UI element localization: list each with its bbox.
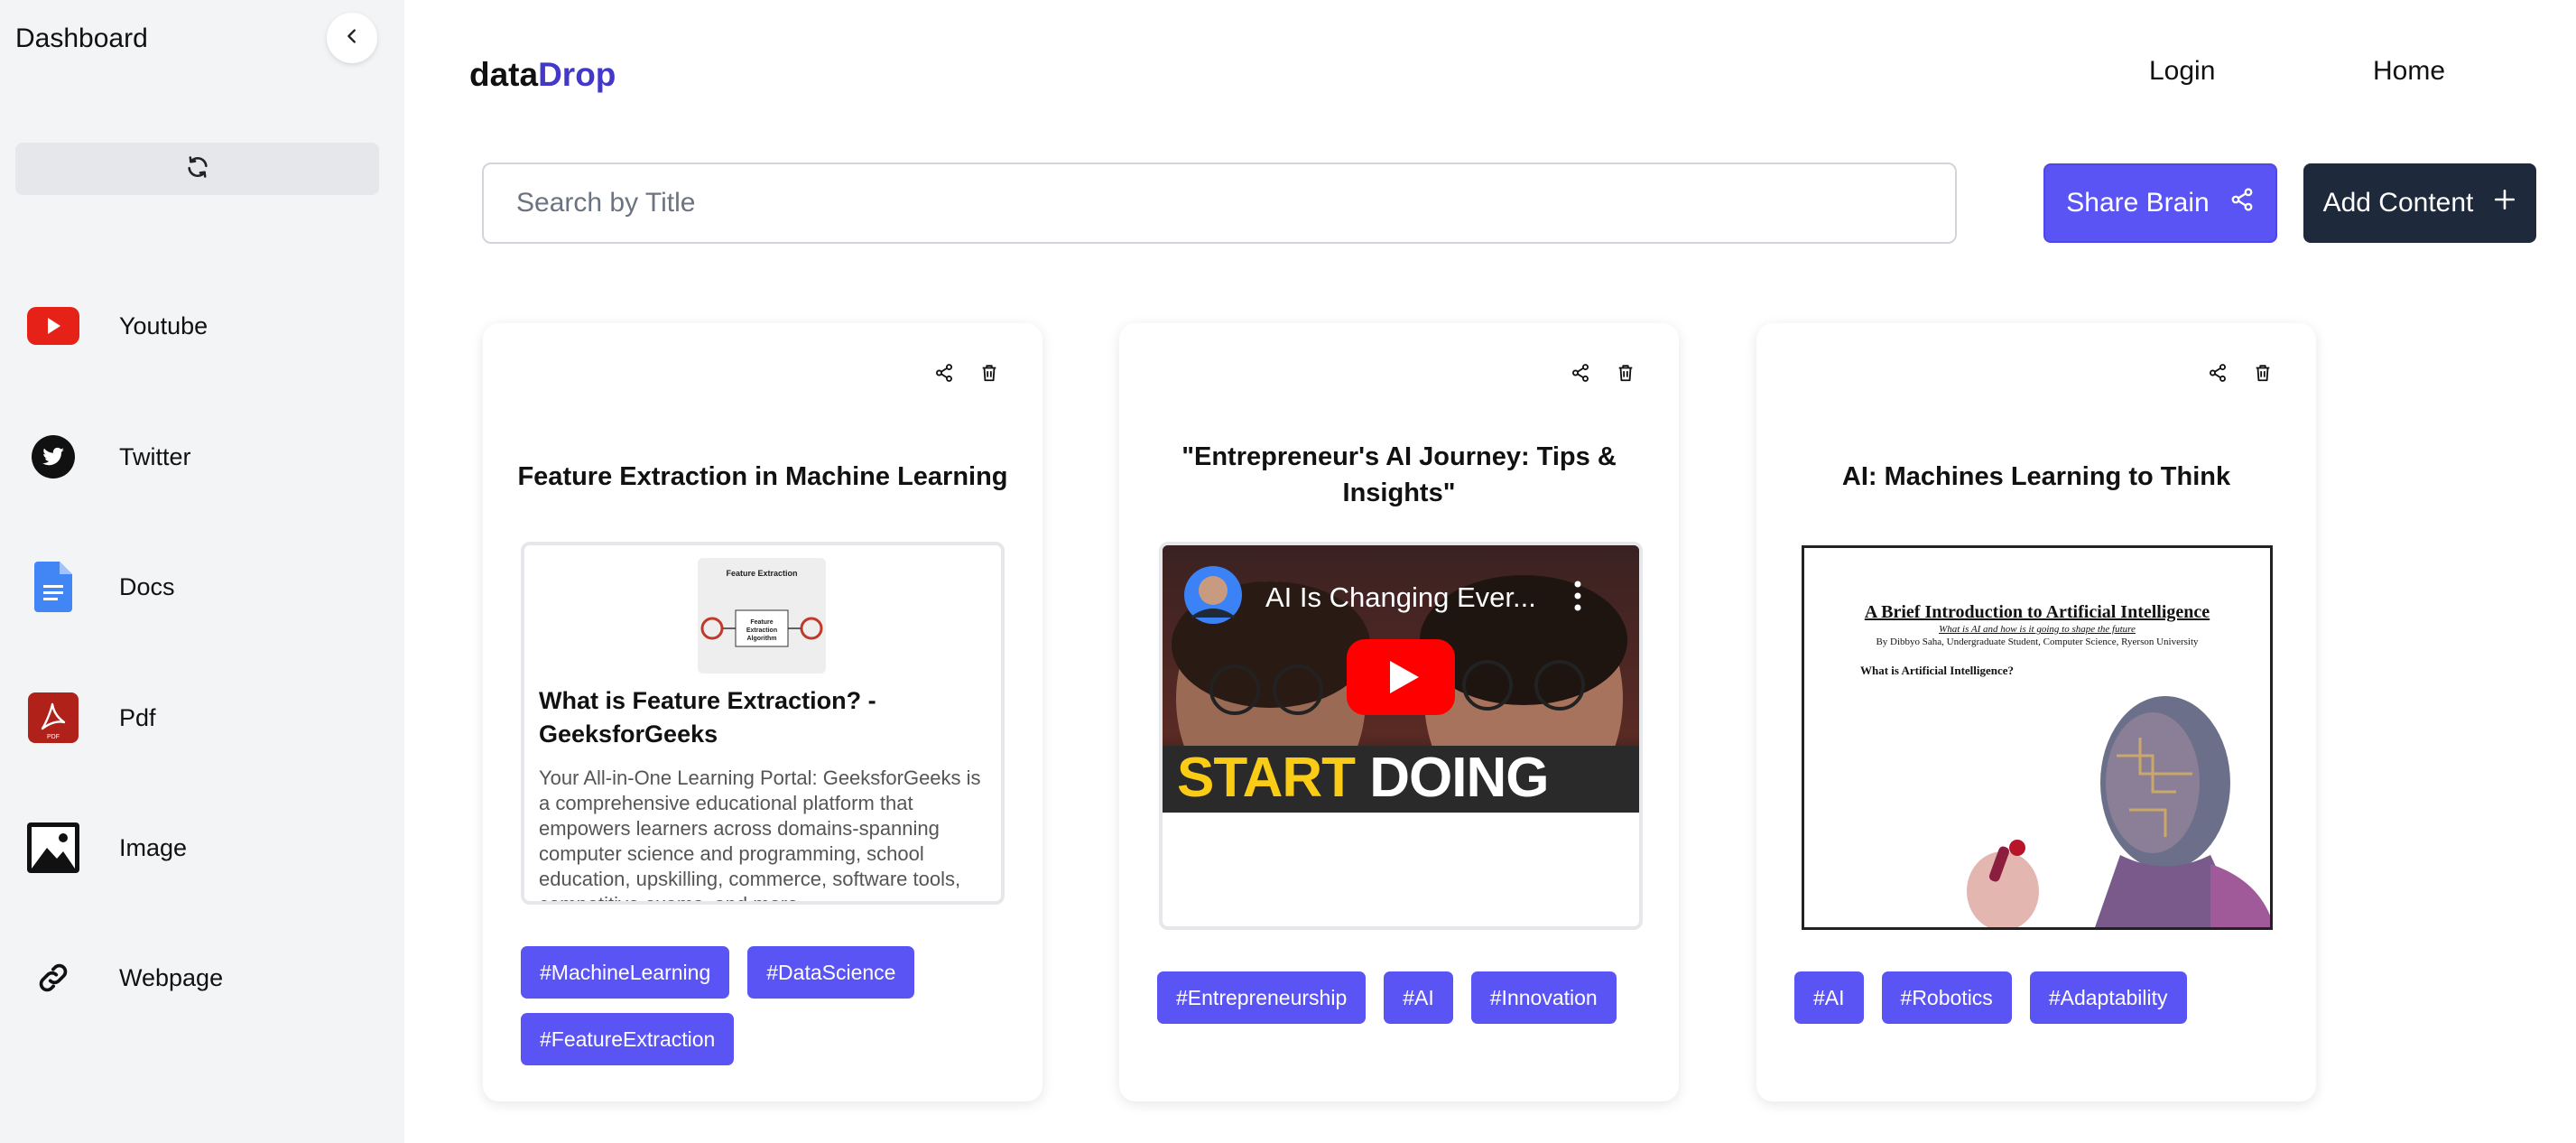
content-card: Feature Extraction in Machine Learning F…: [483, 323, 1042, 1101]
content-card: AI: Machines Learning to Think A Brief I…: [1756, 323, 2316, 1101]
docs-icon: [25, 559, 81, 615]
sidebar-item-label: Twitter: [119, 442, 191, 470]
pdf-icon: PDF: [25, 690, 81, 746]
sidebar-item-docs[interactable]: Docs: [25, 558, 386, 616]
sidebar-item-label: Pdf: [119, 703, 156, 731]
share-icon[interactable]: [2208, 363, 2228, 383]
youtube-embed[interactable]: AI Is Changing Ever... START DOING THIS!: [1159, 542, 1643, 930]
brand-logo[interactable]: dataDrop: [469, 56, 616, 94]
document-subtitle: What is AI and how is it going to shape …: [1939, 624, 2136, 635]
sidebar-collapse-button[interactable]: [327, 13, 377, 63]
brand-part-drop: Drop: [538, 56, 616, 93]
add-content-button[interactable]: Add Content: [2303, 163, 2536, 243]
tag-list: #Entrepreneurship #AI #Innovation: [1157, 971, 1652, 1024]
document-title: A Brief Introduction to Artificial Intel…: [1864, 602, 2210, 622]
document-author: By Dibbyo Saha, Undergraduate Student, C…: [1876, 637, 2199, 647]
share-brain-button[interactable]: Share Brain: [2043, 163, 2277, 243]
video-player[interactable]: AI Is Changing Ever... START DOING THIS!: [1163, 545, 1639, 813]
document-heading: What is Artificial Intelligence?: [1860, 664, 2015, 677]
pdf-preview[interactable]: A Brief Introduction to Artificial Intel…: [1802, 545, 2273, 930]
trash-icon[interactable]: [2253, 363, 2273, 383]
card-actions: [1571, 363, 1635, 383]
tag[interactable]: #Entrepreneurship: [1157, 971, 1367, 1024]
tag-list: #AI #Robotics #Adaptability: [1794, 971, 2289, 1024]
svg-text:Extraction: Extraction: [746, 627, 777, 634]
plus-icon: [2493, 188, 2516, 218]
sidebar-item-youtube[interactable]: Youtube: [25, 297, 386, 355]
tag[interactable]: #DataScience: [747, 946, 915, 999]
sidebar-item-webpage[interactable]: Webpage: [25, 949, 386, 1007]
sidebar-item-label: Docs: [119, 572, 175, 600]
app-root: Dashboard Youtube Twitter Docs PDF Pdf I…: [0, 0, 2576, 1143]
video-title: AI Is Changing Ever...: [1265, 581, 1536, 613]
share-icon[interactable]: [1571, 363, 1590, 383]
tag[interactable]: #FeatureExtraction: [521, 1013, 735, 1065]
preview-description: Your All-in-One Learning Portal: Geeksfo…: [539, 767, 981, 901]
preview-thumbnail: Feature Extraction Feature Extraction Al…: [698, 558, 826, 674]
share-brain-label: Share Brain: [2066, 188, 2210, 218]
ai-illustration: [1967, 696, 2270, 927]
youtube-icon: [25, 298, 81, 354]
svg-text:Algorithm: Algorithm: [746, 636, 776, 642]
card-actions: [934, 363, 999, 383]
card-actions: [2208, 363, 2273, 383]
tag[interactable]: #Innovation: [1470, 971, 1617, 1024]
brand-part-data: data: [469, 56, 539, 93]
refresh-button[interactable]: [15, 143, 379, 195]
svg-text:PDF: PDF: [47, 734, 60, 740]
preview-title: What is Feature Extraction? - GeeksforGe…: [539, 687, 876, 748]
thumbnail-caption: Feature Extraction: [726, 569, 798, 578]
sidebar-item-label: Webpage: [119, 963, 224, 991]
share-icon[interactable]: [934, 363, 954, 383]
content-card: "Entrepreneur's AI Journey: Tips & Insig…: [1119, 323, 1679, 1101]
sidebar-title: Dashboard: [15, 23, 148, 53]
card-title: "Entrepreneur's AI Journey: Tips & Insig…: [1181, 442, 1617, 507]
youtube-play-icon[interactable]: [1347, 639, 1455, 720]
sidebar-item-image[interactable]: Image: [25, 819, 386, 877]
link-preview[interactable]: Feature Extraction Feature Extraction Al…: [521, 542, 1005, 905]
tag[interactable]: #AI: [1794, 971, 1864, 1024]
tag[interactable]: #Adaptability: [2029, 971, 2187, 1024]
tag[interactable]: #AI: [1384, 971, 1453, 1024]
banner-highlight: START: [1177, 747, 1356, 809]
card-title: AI: Machines Learning to Think: [1841, 462, 2231, 491]
sidebar-item-label: Youtube: [119, 311, 208, 339]
sidebar: Dashboard Youtube Twitter Docs PDF Pdf I…: [0, 0, 404, 1143]
sidebar-item-pdf[interactable]: PDF Pdf: [25, 689, 386, 747]
sidebar-item-twitter[interactable]: Twitter: [25, 428, 386, 486]
share-icon: [2229, 187, 2255, 219]
video-banner: START DOING THIS!: [1177, 746, 1639, 813]
twitter-icon: [25, 429, 81, 485]
tag[interactable]: #MachineLearning: [521, 946, 730, 999]
image-icon: [25, 820, 81, 876]
trash-icon[interactable]: [1616, 363, 1635, 383]
card-title: Feature Extraction in Machine Learning: [517, 462, 1008, 491]
login-link[interactable]: Login: [2149, 56, 2215, 87]
add-content-label: Add Content: [2322, 188, 2474, 218]
home-link[interactable]: Home: [2373, 56, 2445, 87]
refresh-icon: [185, 154, 210, 184]
link-icon: [25, 950, 81, 1006]
search-input[interactable]: [482, 163, 1957, 244]
tag[interactable]: #Robotics: [1881, 971, 2012, 1024]
svg-text:Feature: Feature: [750, 619, 773, 626]
sidebar-item-label: Image: [119, 833, 188, 861]
tag-list: #MachineLearning #DataScience #FeatureEx…: [521, 946, 1015, 1065]
chevron-left-icon: [342, 26, 362, 51]
trash-icon[interactable]: [979, 363, 999, 383]
